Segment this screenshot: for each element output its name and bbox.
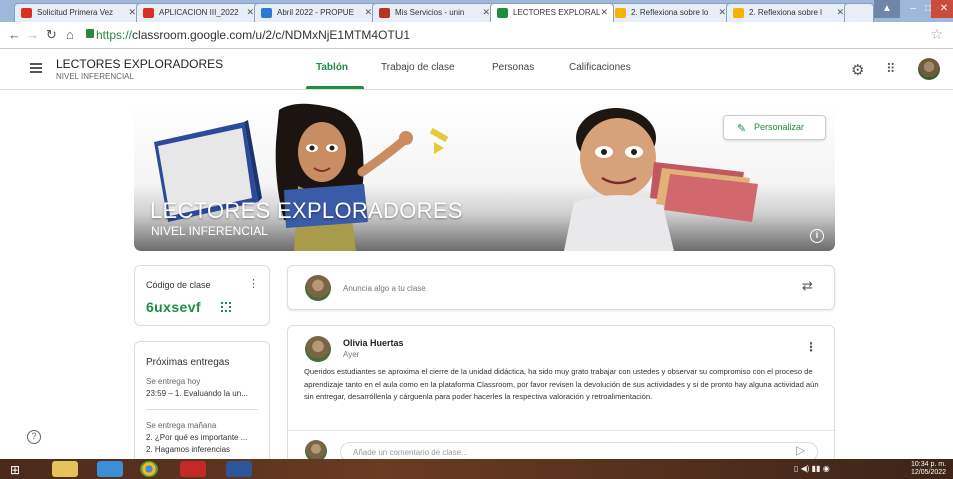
class-code-card: Código de clase ⋮ 6uxsevf (134, 265, 270, 326)
due-group-label: Se entrega hoy (146, 377, 201, 386)
close-icon[interactable]: ✕ (482, 7, 490, 18)
repost-icon[interactable]: ⇄ (802, 278, 813, 294)
close-icon[interactable]: ✕ (836, 7, 844, 18)
browser-tab-label: 2. Reflexiona sobre lo (631, 8, 709, 17)
back-icon[interactable]: ← (8, 27, 21, 43)
more-options-icon[interactable]: ⋮ (248, 277, 259, 290)
file-explorer-icon[interactable] (52, 461, 78, 477)
announce-card[interactable]: Anuncia algo a tu clase ⇄ (287, 265, 835, 310)
banner-title: LECTORES EXPLORADORES (150, 198, 463, 223)
bookmark-star-icon[interactable]: ☆ (930, 26, 943, 43)
assignment-icon (733, 8, 744, 18)
lock-icon (86, 29, 94, 38)
class-section: NIVEL INFERENCIAL (56, 72, 134, 81)
post-card: Olivia Huertas Ayer ⋮ Queridos estudiant… (287, 325, 836, 470)
gmail-icon (143, 8, 154, 18)
url-field[interactable]: https://classroom.google.com/u/2/c/NDMxN… (96, 26, 410, 44)
menu-icon[interactable] (30, 63, 42, 73)
browser-tab[interactable]: Solicitud Primera Vez ✕ (14, 3, 142, 22)
close-icon[interactable]: ✕ (246, 7, 254, 18)
avatar[interactable] (918, 58, 940, 80)
pdf-icon[interactable] (180, 461, 206, 477)
active-tab-indicator (306, 86, 364, 89)
info-icon[interactable]: i (810, 229, 824, 243)
browser-tab-label: LECTORES EXPLORAL (513, 8, 601, 17)
university-icon (379, 8, 390, 18)
clock[interactable]: 10:34 p. m. 12/05/2022 (911, 461, 946, 477)
fullscreen-icon[interactable] (221, 302, 231, 312)
new-tab-button[interactable] (844, 3, 874, 22)
upcoming-title: Próximas entregas (146, 357, 230, 368)
divider (288, 430, 836, 431)
post-author: Olivia Huertas (343, 338, 404, 348)
window-close-icon[interactable]: ✕ (931, 0, 953, 18)
due-item[interactable]: 23:59 – 1. Evaluando la un... (146, 389, 248, 398)
browser-tab[interactable]: Abril 2022 - PROPUE ✕ (254, 3, 378, 22)
tab-classwork[interactable]: Trabajo de clase (381, 62, 455, 73)
browser-tab-label: Solicitud Primera Vez (37, 8, 114, 17)
home-icon[interactable]: ⌂ (66, 27, 74, 43)
close-icon[interactable]: ✕ (364, 7, 372, 18)
close-icon[interactable]: ✕ (718, 7, 726, 18)
tab-people[interactable]: Personas (492, 62, 534, 73)
windows-start-icon[interactable]: ⊞ (10, 463, 20, 477)
divider (146, 409, 258, 410)
clock-time: 10:34 p. m. (911, 461, 947, 468)
app-icon[interactable] (97, 461, 123, 477)
due-item[interactable]: 2. ¿Por qué es importante ... (146, 433, 247, 442)
browser-tab[interactable]: APLICACION III_2022 ✕ (136, 3, 260, 22)
post-time: Ayer (343, 350, 360, 359)
class-code-value: 6uxsevf (146, 299, 201, 315)
pencil-icon: ✎ (737, 123, 747, 135)
upcoming-card: Próximas entregas Se entrega hoy 23:59 –… (134, 341, 270, 463)
browser-tab-active[interactable]: LECTORES EXPLORAL ✕ (490, 3, 614, 22)
more-options-icon[interactable]: ⋮ (805, 340, 817, 354)
due-item[interactable]: 2. Hagamos inferencias (146, 445, 230, 454)
gmail-icon (21, 8, 32, 18)
tray-icons[interactable]: ▯ ◀) ▮▮ ◉ (794, 464, 830, 473)
apps-grid-icon[interactable]: ⠿ (886, 61, 896, 77)
browser-tab-label: APLICACION III_2022 (159, 8, 239, 17)
post-body: Queridos estudiantes se aproxima el cier… (304, 367, 819, 401)
browser-tab[interactable]: 2. Reflexiona sobre l ✕ (726, 3, 850, 22)
avatar (305, 336, 331, 362)
forward-icon[interactable]: → (26, 27, 39, 43)
banner-subtitle: NIVEL INFERENCIAL (151, 224, 268, 238)
url-path: classroom.google.com/u/2/c/NDMxNjE1MTM4O… (132, 28, 411, 42)
browser-tab-label: Mis Servicios - unin (395, 8, 465, 17)
classroom-icon (497, 8, 508, 18)
close-icon[interactable]: ✕ (600, 7, 608, 18)
class-name[interactable]: LECTORES EXPLORADORES (56, 57, 223, 71)
taskbar: ⊞ ▯ ◀) ▮▮ ◉ 10:34 p. m. 12/05/2022 (0, 459, 953, 479)
customize-button[interactable]: ✎ Personalizar (723, 115, 826, 140)
help-icon[interactable]: ? (27, 430, 41, 444)
address-bar: ← → ↻ ⌂ https://classroom.google.com/u/2… (0, 22, 953, 49)
browser-tab[interactable]: 2. Reflexiona sobre lo ✕ (608, 3, 732, 22)
reload-icon[interactable]: ↻ (46, 27, 57, 43)
class-banner: ✎ Personalizar LECTORES EXPLORADORES NIV… (134, 102, 835, 251)
tab-grades[interactable]: Calificaciones (569, 62, 631, 73)
forms-icon (261, 8, 272, 18)
word-icon[interactable] (226, 461, 252, 477)
customize-label: Personalizar (754, 122, 805, 132)
due-group-label: Se entrega mañana (146, 421, 217, 430)
browser-tab-label: 2. Reflexiona sobre l (749, 8, 822, 17)
send-icon[interactable]: ▷ (796, 443, 805, 457)
assignment-icon (615, 8, 626, 18)
gear-icon[interactable]: ⚙ (851, 61, 864, 79)
browser-tab-label: Abril 2022 - PROPUE (277, 8, 354, 17)
avatar (305, 275, 331, 301)
chrome-icon[interactable] (140, 461, 158, 477)
class-code-label: Código de clase (146, 280, 211, 290)
announce-input[interactable]: Anuncia algo a tu clase (343, 284, 426, 293)
tab-stream[interactable]: Tablón (316, 62, 348, 73)
browser-tab-strip: Solicitud Primera Vez ✕ APLICACION III_2… (0, 0, 953, 22)
url-scheme: https:// (96, 28, 133, 42)
classroom-header: LECTORES EXPLORADORES NIVEL INFERENCIAL … (0, 50, 953, 90)
clock-date: 12/05/2022 (911, 469, 947, 476)
profile-icon[interactable]: ▲ (874, 0, 900, 18)
browser-tab[interactable]: Mis Servicios - unin ✕ (372, 3, 496, 22)
close-icon[interactable]: ✕ (128, 7, 136, 18)
